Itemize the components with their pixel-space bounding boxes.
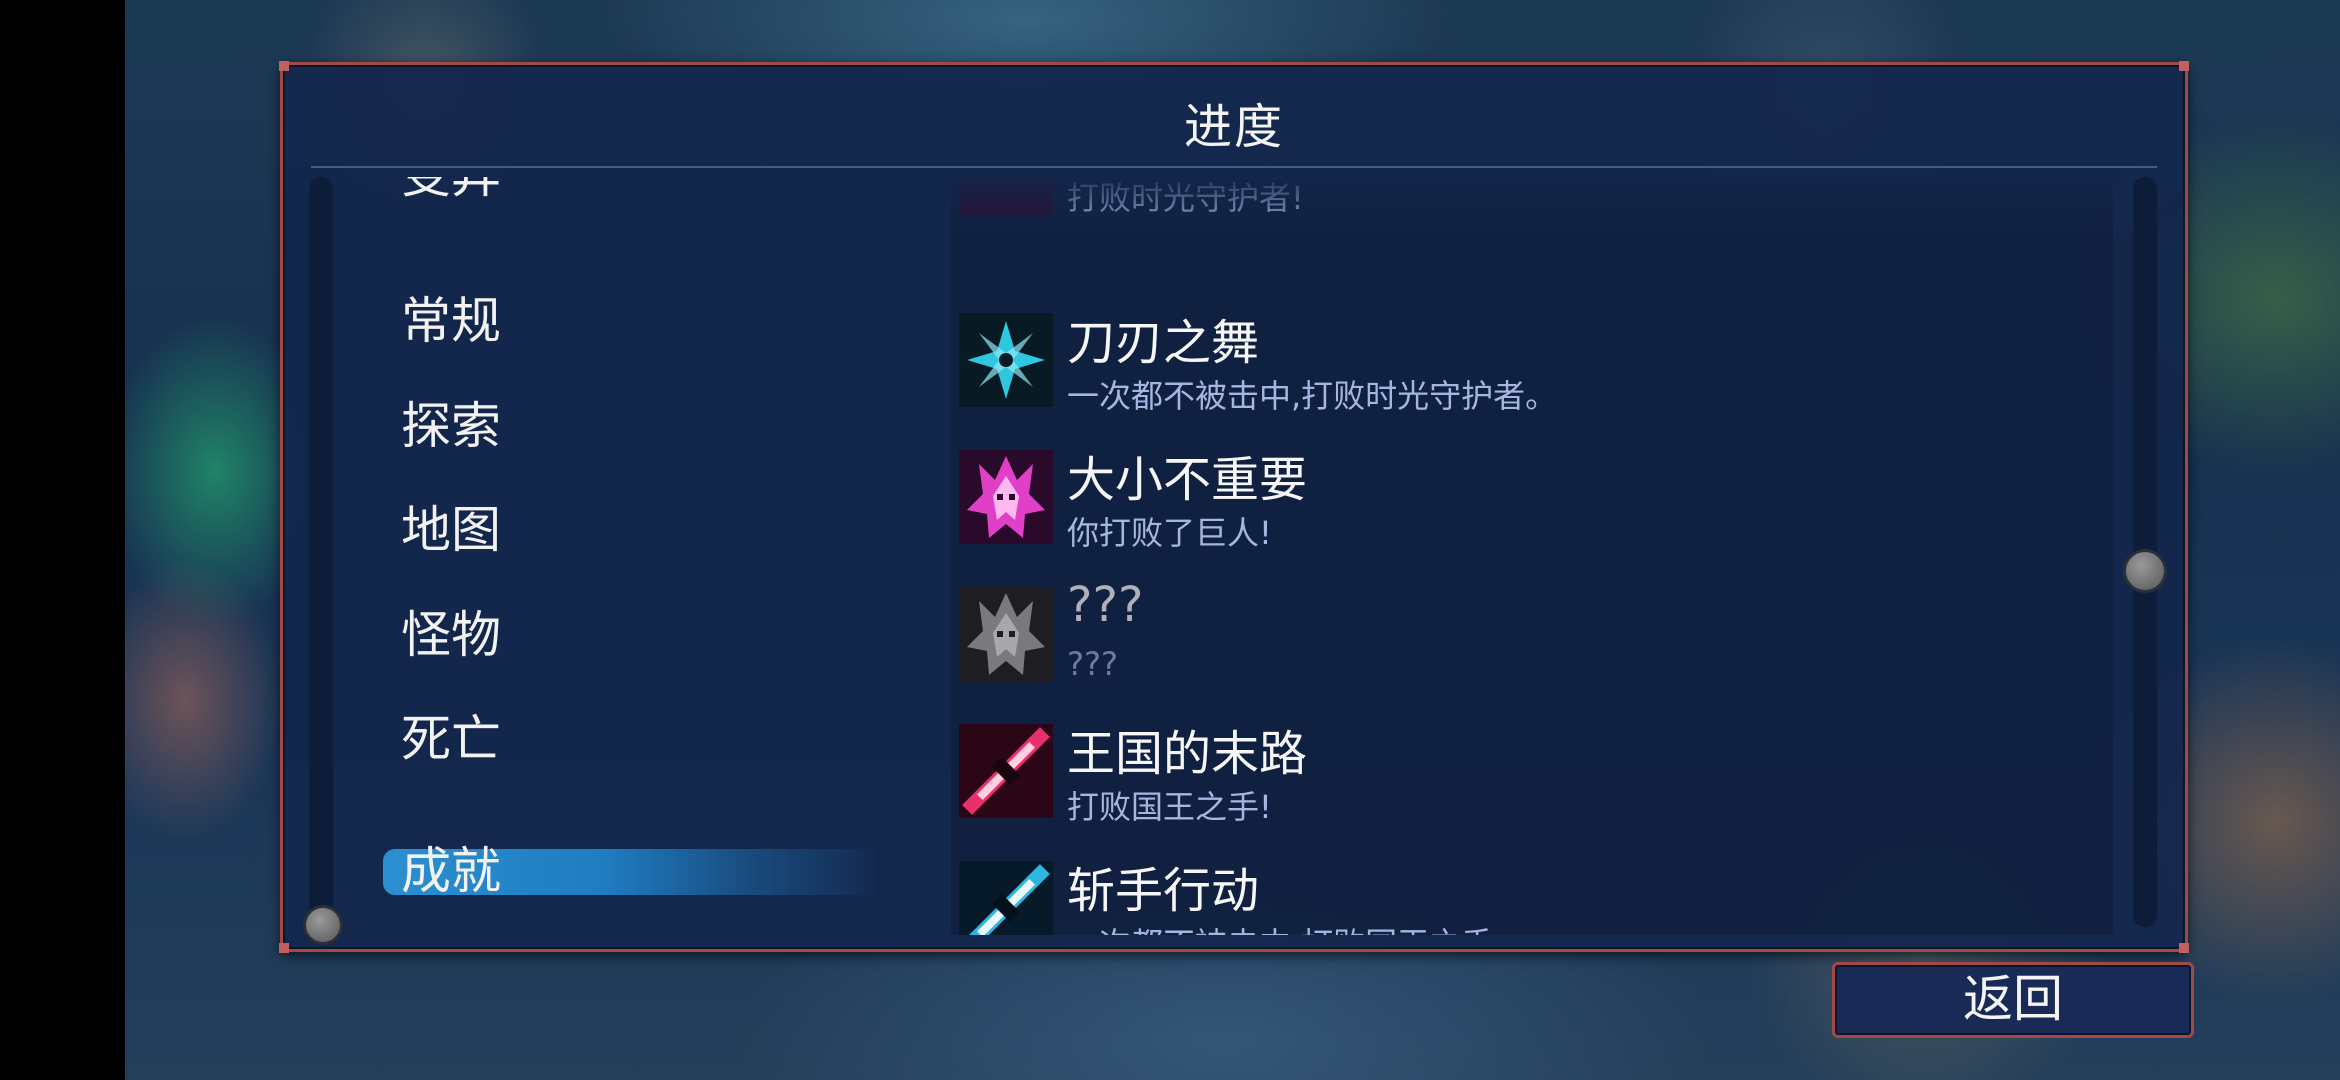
achievement-item-partial[interactable]: 打败时光守护者! bbox=[951, 175, 2113, 241]
back-button[interactable]: 返回 bbox=[1832, 962, 2194, 1038]
category-item-monsters[interactable]: 怪物 bbox=[401, 605, 501, 665]
shuriken-icon bbox=[959, 313, 1053, 407]
achievement-item-locked[interactable]: ??? ??? bbox=[951, 577, 2113, 713]
giant-locked-icon bbox=[959, 587, 1053, 681]
achievement-item[interactable]: 刀刃之舞 一次都不被击中,打败时光守护者。 bbox=[951, 309, 2113, 439]
category-item-map[interactable]: 地图 bbox=[401, 500, 501, 560]
achievement-item[interactable]: 斩手行动 一次都不被击中,打败国王之手。 bbox=[951, 857, 2113, 935]
category-scrollbar-thumb[interactable] bbox=[303, 905, 343, 945]
category-item-mutation[interactable]: 变异 bbox=[401, 177, 501, 205]
achievement-item[interactable]: 王国的末路 打败国王之手! bbox=[951, 720, 2113, 850]
achievement-name: 刀刃之舞 bbox=[1067, 315, 1260, 371]
achievement-desc: 打败时光守护者! bbox=[1067, 179, 1304, 217]
achievement-desc: 你打败了巨人! bbox=[1067, 514, 1272, 552]
achievement-item[interactable]: 大小不重要 你打败了巨人! bbox=[951, 446, 2113, 576]
achievement-name: 王国的末路 bbox=[1067, 726, 1308, 782]
hand-sword-icon bbox=[959, 724, 1053, 818]
category-item-general[interactable]: 常规 bbox=[401, 291, 501, 351]
category-item-explore[interactable]: 探索 bbox=[401, 396, 501, 456]
category-partial-clip: 变异 bbox=[283, 177, 943, 237]
achievement-name: 大小不重要 bbox=[1067, 452, 1308, 508]
achievement-desc: 打败国王之手! bbox=[1067, 788, 1272, 826]
progress-panel: 进度 变异 常规 探索 地图 怪物 死亡 成就 打败时光守护者! bbox=[279, 61, 2189, 953]
panel-corner bbox=[2179, 943, 2189, 953]
achievement-scrollbar-thumb[interactable] bbox=[2123, 549, 2167, 593]
category-list: 变异 常规 探索 地图 怪物 死亡 成就 bbox=[283, 65, 943, 945]
giant-icon bbox=[959, 450, 1053, 544]
category-item-deaths[interactable]: 死亡 bbox=[401, 709, 501, 769]
achievement-partial-icon bbox=[959, 175, 1053, 215]
achievement-desc: ??? bbox=[1067, 645, 1118, 683]
hand-sword-nohit-icon bbox=[959, 861, 1053, 935]
panel-corner bbox=[2179, 61, 2189, 71]
achievement-list[interactable]: 打败时光守护者! 刀刃之舞 一次都不被击中,打败时光守护者。 大小不重要 你打败… bbox=[951, 175, 2113, 935]
achievement-desc: 一次都不被击中,打败时光守护者。 bbox=[1067, 377, 1558, 415]
achievement-name: ??? bbox=[1067, 577, 1144, 633]
category-item-achievements[interactable]: 成就 bbox=[401, 841, 501, 901]
achievement-desc: 一次都不被击中,打败国王之手。 bbox=[1067, 919, 1525, 935]
achievement-name: 斩手行动 bbox=[1067, 863, 1260, 919]
